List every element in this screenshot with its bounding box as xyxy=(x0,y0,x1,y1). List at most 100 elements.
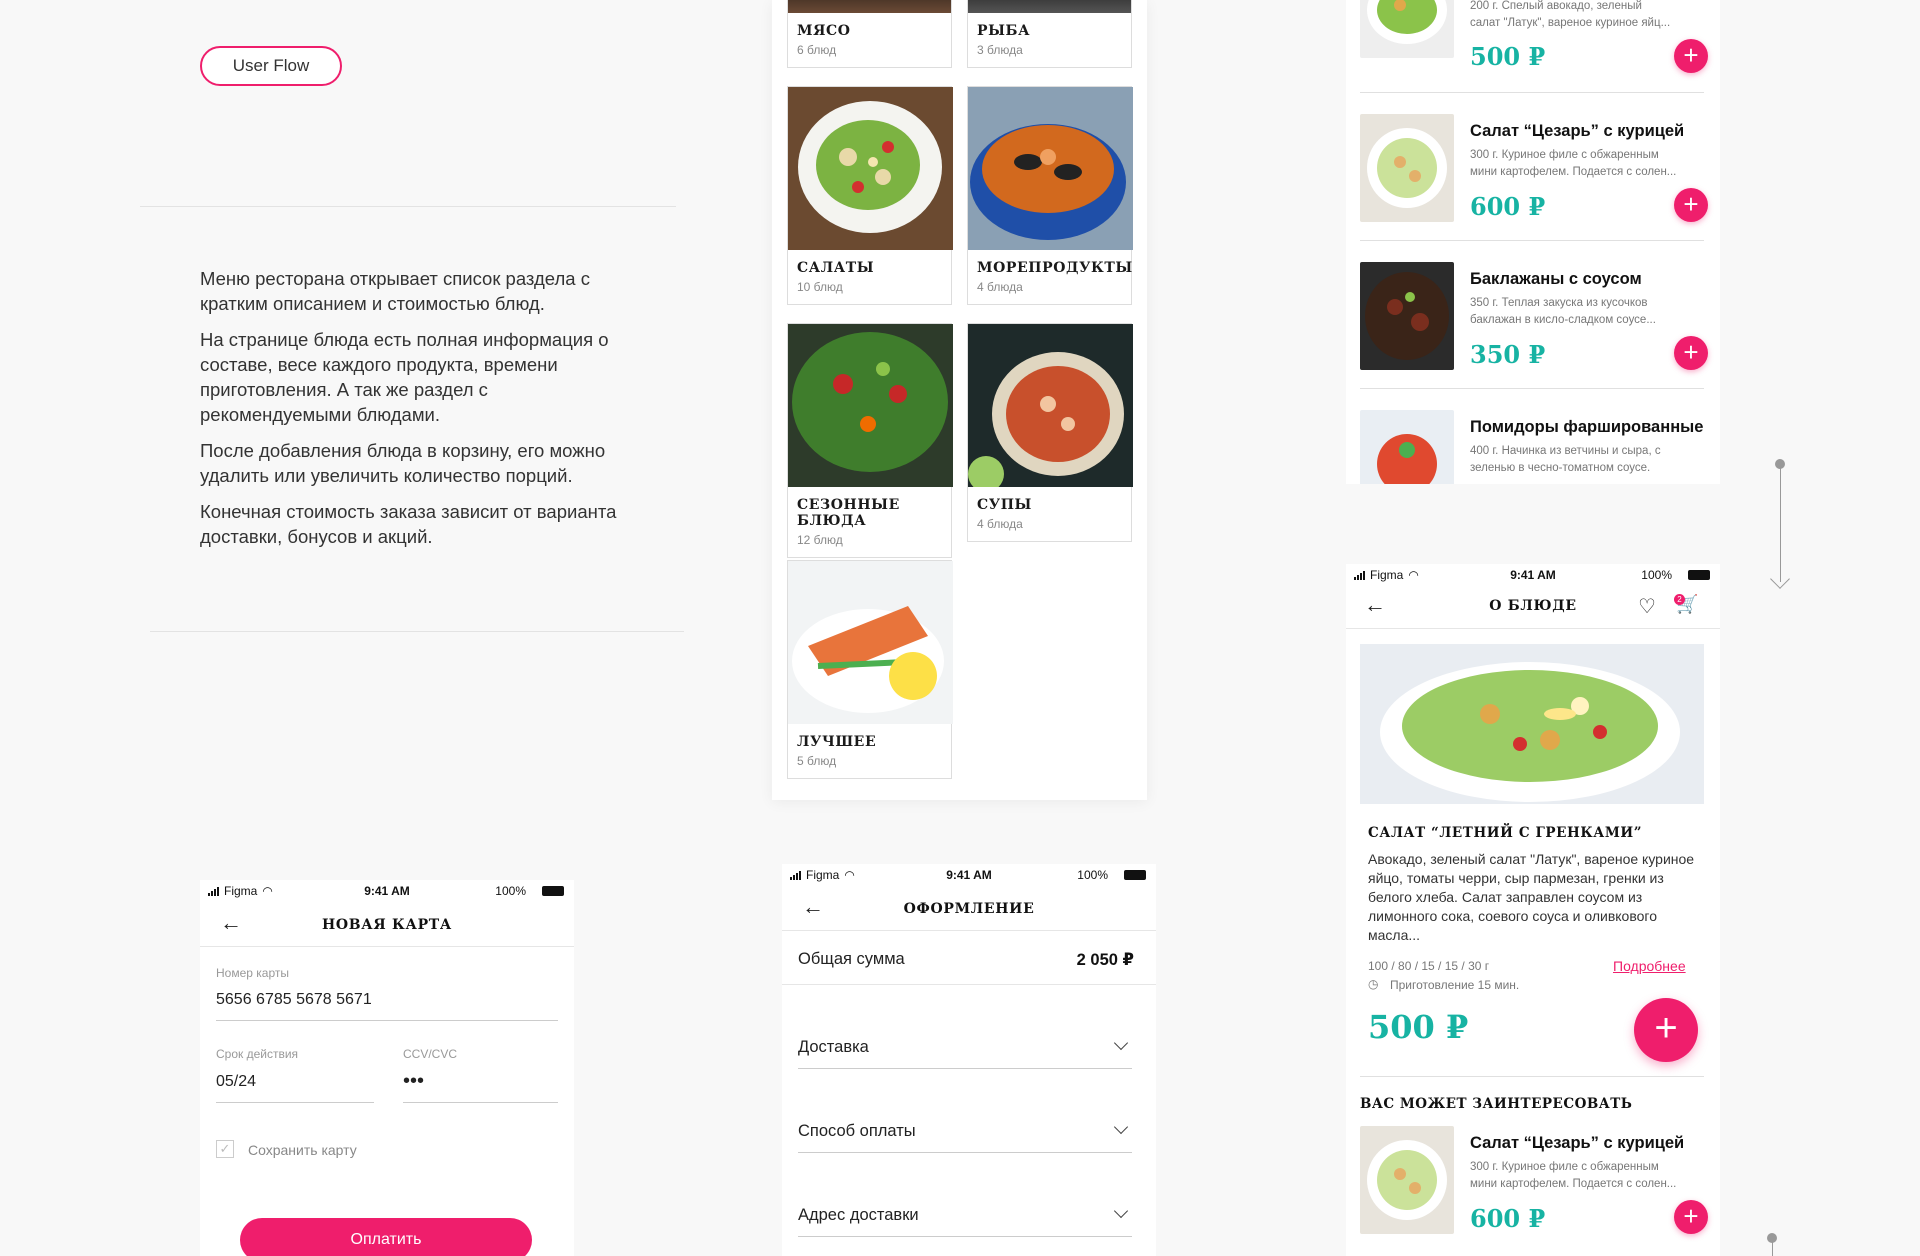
divider xyxy=(140,206,676,207)
cvv-field[interactable]: ••• xyxy=(403,1070,424,1093)
category-image xyxy=(788,324,953,487)
battery-percent: 100% xyxy=(1641,568,1672,582)
delivery-dropdown[interactable]: Доставка xyxy=(798,1038,869,1057)
cvv-label: CCV/CVC xyxy=(403,1047,458,1061)
category-card-fish[interactable]: РЫБА 3 блюда xyxy=(967,0,1132,68)
total-value: 2 050 ₽ xyxy=(1076,951,1134,969)
dish-item[interactable]: Баклажаны с соусом 350 г. Теплая закуска… xyxy=(1360,262,1708,388)
dish-price: 500 ₽ xyxy=(1470,42,1546,71)
chevron-down-icon[interactable] xyxy=(1113,1035,1129,1051)
category-card-salads[interactable]: САЛАТЫ 10 блюд xyxy=(787,86,953,305)
card-number-field[interactable]: 5656 6785 5678 5671 xyxy=(216,991,372,1009)
category-card-soups[interactable]: СУПЫ 4 блюда xyxy=(967,323,1133,542)
expiry-field[interactable]: 05/24 xyxy=(216,1073,256,1091)
total-label: Общая сумма xyxy=(798,950,905,968)
divider xyxy=(150,631,684,632)
user-flow-button[interactable]: User Flow xyxy=(200,46,342,86)
dish-info: салат "Латук", вареное куриное яйц... xyxy=(1470,17,1671,29)
dish-thumbnail xyxy=(1360,262,1454,370)
paragraph: Конечная стоимость заказа зависит от вар… xyxy=(200,501,617,547)
add-to-cart-button[interactable]: + xyxy=(1674,39,1708,73)
checkbox-icon[interactable]: ✓ xyxy=(216,1140,234,1158)
category-image xyxy=(788,561,953,724)
field-underline xyxy=(403,1102,558,1103)
category-count: 10 блюд xyxy=(797,280,843,294)
dish-price: 350 ₽ xyxy=(1470,340,1546,369)
dish-info: мини картофелем. Подается с солен... xyxy=(1470,166,1677,178)
dish-photo xyxy=(1360,644,1704,804)
battery-percent: 100% xyxy=(495,884,526,898)
divider xyxy=(782,930,1156,931)
category-card-best[interactable]: ЛУЧШЕЕ 5 блюд xyxy=(787,560,953,779)
divider xyxy=(782,984,1156,985)
dish-thumbnail xyxy=(1360,114,1454,222)
field-underline xyxy=(798,1152,1132,1153)
battery-icon xyxy=(542,886,564,896)
dish-detail-screen: Figma ◠ 9:41 AM 100% ← О БЛЮДЕ ♡ 🛒 2 САЛА… xyxy=(1346,564,1720,1256)
paragraph: Меню ресторана открывает список раздела … xyxy=(200,268,590,314)
plus-icon: + xyxy=(1683,1201,1699,1231)
dish-item[interactable]: Помидоры фаршированные 400 г. Начинка из… xyxy=(1360,410,1704,484)
dish-description: Авокадо, зеленый салат "Латук", вареное … xyxy=(1368,851,1695,943)
chevron-down-icon[interactable] xyxy=(1113,1119,1129,1135)
dish-info: баклажан в кисло-сладком соусе... xyxy=(1470,314,1656,326)
add-to-cart-button[interactable]: + xyxy=(1634,998,1698,1062)
field-underline xyxy=(216,1102,374,1103)
battery-percent: 100% xyxy=(1077,868,1108,882)
page-title: О БЛЮДЕ xyxy=(1489,598,1577,614)
clock-icon: ◷ xyxy=(1368,977,1379,991)
plus-icon: + xyxy=(1683,189,1699,219)
dish-price: 600 ₽ xyxy=(1470,1204,1546,1233)
category-count: 12 блюд xyxy=(797,533,843,547)
recommended-dish-item[interactable]: Салат “Цезарь” с курицей 300 г. Куриное … xyxy=(1360,1126,1708,1252)
pay-button[interactable]: Оплатить xyxy=(240,1218,532,1256)
add-to-cart-button[interactable]: + xyxy=(1674,188,1708,222)
category-image xyxy=(968,87,1133,250)
category-card-seasonal[interactable]: СЕЗОННЫЕ БЛЮДА 12 блюд xyxy=(787,323,953,558)
category-card-meat[interactable]: МЯСО 6 блюд xyxy=(787,0,952,68)
plus-icon: + xyxy=(1654,1006,1678,1050)
category-image xyxy=(968,0,1131,13)
chevron-down-icon[interactable] xyxy=(1113,1203,1129,1219)
plus-icon: + xyxy=(1683,40,1699,70)
dish-info: 400 г. Начинка из ветчины и сыра, с xyxy=(1470,445,1661,457)
category-title: МОРЕПРОДУКТЫ xyxy=(977,260,1133,276)
dish-item[interactable]: 200 г. Спелый авокадо, зеленый салат "Лат… xyxy=(1360,0,1708,76)
dish-price: 500 ₽ xyxy=(1368,1008,1469,1046)
description-text: Меню ресторана открывает список раздела … xyxy=(200,266,630,560)
category-count: 4 блюда xyxy=(977,517,1023,531)
heart-icon[interactable]: ♡ xyxy=(1638,594,1656,619)
category-image xyxy=(788,0,951,13)
address-dropdown[interactable]: Адрес доставки xyxy=(798,1206,919,1225)
field-underline xyxy=(798,1068,1132,1069)
dish-weights: 100 / 80 / 15 / 15 / 30 г xyxy=(1368,959,1490,973)
dish-info: 350 г. Теплая закуска из кусочков xyxy=(1470,297,1648,309)
recommend-title: ВАС МОЖЕТ ЗАИНТЕРЕСОВАТЬ xyxy=(1360,1096,1633,1112)
category-image xyxy=(968,324,1133,492)
cook-time: Приготовление 15 мин. xyxy=(1390,978,1520,992)
dish-info: 300 г. Куриное филе с обжаренным xyxy=(1470,149,1659,161)
dish-name: Салат “Цезарь” с курицей xyxy=(1470,1134,1685,1152)
field-underline xyxy=(798,1236,1132,1237)
dish-thumbnail xyxy=(1360,1126,1454,1234)
dish-info: зеленью в чесно-томатном соусе. xyxy=(1470,462,1651,474)
add-to-cart-button[interactable]: + xyxy=(1674,1200,1708,1234)
expiry-label: Срок действия xyxy=(216,1047,299,1061)
paragraph: На странице блюда есть полная информация… xyxy=(200,329,609,425)
divider xyxy=(200,946,574,947)
category-title: МЯСО xyxy=(797,23,851,39)
dish-price: 600 ₽ xyxy=(1470,192,1546,221)
add-to-cart-button[interactable]: + xyxy=(1674,336,1708,370)
page-title: ОФОРМЛЕНИЕ xyxy=(903,901,1035,917)
payment-method-dropdown[interactable]: Способ оплаты xyxy=(798,1122,916,1141)
category-count: 4 блюда xyxy=(977,280,1023,294)
more-link[interactable]: Подробнее xyxy=(1613,958,1686,974)
dish-info: 200 г. Спелый авокадо, зеленый xyxy=(1470,0,1642,12)
dish-thumbnail xyxy=(1360,0,1454,58)
battery-icon xyxy=(1688,570,1710,580)
category-count: 5 блюд xyxy=(797,754,837,768)
category-title: СЕЗОННЫЕ БЛЮДА xyxy=(797,497,900,529)
dish-item[interactable]: Салат “Цезарь” с курицей 300 г. Куриное … xyxy=(1360,114,1708,240)
status-bar: Figma ◠ 9:41 AM 100% xyxy=(1346,564,1720,586)
category-card-seafood[interactable]: МОРЕПРОДУКТЫ 4 блюда xyxy=(967,86,1133,305)
